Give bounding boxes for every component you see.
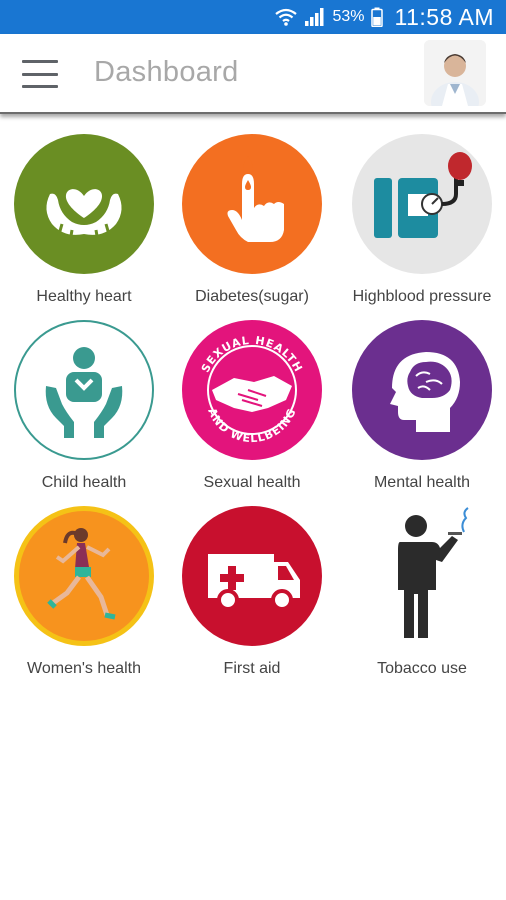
- status-bar: 53% 11:58 AM: [0, 0, 506, 34]
- brain-head-icon: [352, 320, 492, 460]
- tile-label: Sexual health: [203, 474, 301, 491]
- tile-womens-health[interactable]: Women's health: [0, 500, 168, 686]
- tile-label: Tobacco use: [377, 660, 467, 677]
- clock: 11:58 AM: [394, 3, 494, 30]
- tile-mental-health[interactable]: Mental health: [338, 314, 506, 500]
- tile-high-blood-pressure[interactable]: Highblood pressure: [338, 128, 506, 314]
- tile-label: Highblood pressure: [352, 288, 492, 305]
- wifi-icon: [274, 7, 298, 27]
- tile-child-health[interactable]: Child health: [0, 314, 168, 500]
- child-in-hands-icon: [14, 320, 154, 460]
- badge-top-text: SEXUAL HEALTH: [199, 334, 304, 375]
- tile-label: Mental health: [373, 474, 471, 491]
- running-woman-icon: [14, 506, 154, 646]
- sexual-health-handshake-icon: SEXUAL HEALTH AND WELLBEING: [182, 320, 322, 460]
- tile-label: Diabetes(sugar): [195, 288, 309, 305]
- blood-pressure-monitor-icon: [352, 134, 492, 274]
- avatar[interactable]: [424, 40, 486, 106]
- hamburger-menu-icon[interactable]: [22, 60, 58, 88]
- app-bar: Dashboard: [0, 34, 506, 114]
- tile-label: Child health: [41, 474, 127, 491]
- tile-diabetes[interactable]: Diabetes(sugar): [168, 128, 336, 314]
- svg-text:SEXUAL HEALTH: SEXUAL HEALTH: [199, 334, 305, 375]
- tile-label: Healthy heart: [36, 288, 132, 305]
- tile-label: Women's health: [27, 660, 141, 677]
- heart-hands-icon: [14, 134, 154, 274]
- signal-icon: [304, 7, 326, 27]
- tile-label: First aid: [223, 660, 281, 677]
- battery-percent: 53%: [332, 8, 365, 25]
- ambulance-icon: [182, 506, 322, 646]
- page-title: Dashboard: [94, 56, 239, 88]
- battery-icon: [370, 7, 383, 27]
- tile-sexual-health[interactable]: SEXUAL HEALTH AND WELLBEING Sexual healt…: [168, 314, 336, 500]
- finger-blood-drop-icon: [182, 134, 322, 274]
- tile-tobacco-use[interactable]: Tobacco use: [338, 500, 506, 686]
- smoking-man-icon: [352, 506, 492, 646]
- tile-healthy-heart[interactable]: Healthy heart: [0, 128, 168, 314]
- tile-first-aid[interactable]: First aid: [168, 500, 336, 686]
